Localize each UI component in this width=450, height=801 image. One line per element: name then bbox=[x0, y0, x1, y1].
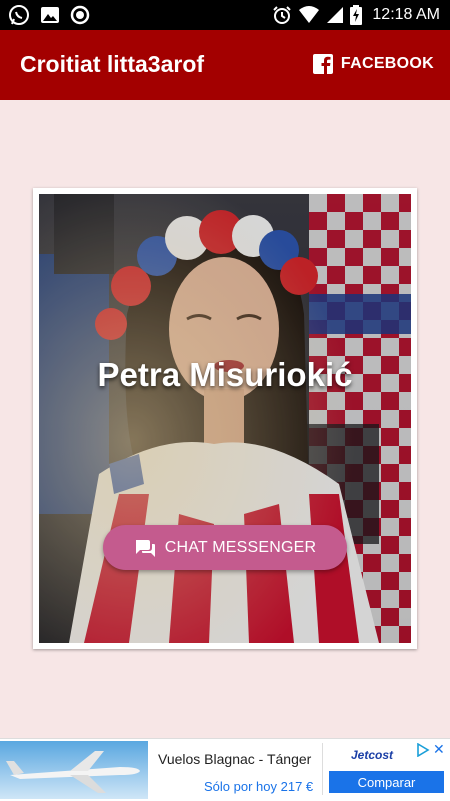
ad-close-button[interactable]: ✕ bbox=[433, 741, 445, 758]
ad-banner[interactable]: Vuelos Blagnac - Tánger Sólo por hoy 217… bbox=[0, 738, 450, 801]
status-time: 12:18 AM bbox=[372, 6, 440, 23]
system-icons: 12:18 AM bbox=[272, 4, 440, 26]
facebook-button[interactable]: FACEBOOK bbox=[312, 54, 434, 74]
profile-photo-illustration bbox=[39, 194, 411, 643]
ad-brand-text: Jetcost bbox=[351, 748, 394, 762]
alarm-icon bbox=[273, 6, 292, 24]
ad-airplane-image bbox=[0, 741, 148, 799]
record-icon bbox=[70, 5, 90, 25]
profile-card: Petra Misuriokić CHAT MESSENGER bbox=[33, 188, 417, 649]
chat-messenger-label: CHAT MESSENGER bbox=[164, 538, 317, 556]
app-title: Croitiat litta3arof bbox=[20, 51, 205, 77]
ad-title[interactable]: Vuelos Blagnac - Tánger bbox=[158, 751, 311, 767]
ad-subtitle[interactable]: Sólo por hoy 217 € bbox=[204, 779, 313, 794]
facebook-icon bbox=[312, 54, 333, 74]
facebook-label: FACEBOOK bbox=[340, 55, 434, 72]
adchoices-icon[interactable] bbox=[416, 743, 430, 757]
notification-icons bbox=[8, 4, 90, 26]
signal-icon bbox=[327, 7, 344, 23]
ad-brand-logo: Jetcost bbox=[351, 748, 419, 765]
person-name: Petra Misuriokić bbox=[97, 356, 353, 393]
ad-cta-button[interactable]: Comparar bbox=[329, 771, 444, 793]
whatsapp-icon bbox=[9, 5, 29, 25]
chat-bubbles-icon bbox=[135, 539, 155, 557]
app-bar: Croitiat litta3arof FACEBOOK bbox=[0, 30, 450, 100]
battery-charging-icon bbox=[350, 5, 363, 25]
status-bar: 12:18 AM bbox=[0, 0, 450, 30]
chat-messenger-button[interactable]: CHAT MESSENGER bbox=[103, 525, 347, 570]
wifi-icon bbox=[299, 6, 320, 23]
image-icon bbox=[41, 7, 59, 23]
profile-photo: Petra Misuriokić CHAT MESSENGER bbox=[39, 194, 411, 643]
ad-divider bbox=[322, 743, 323, 795]
